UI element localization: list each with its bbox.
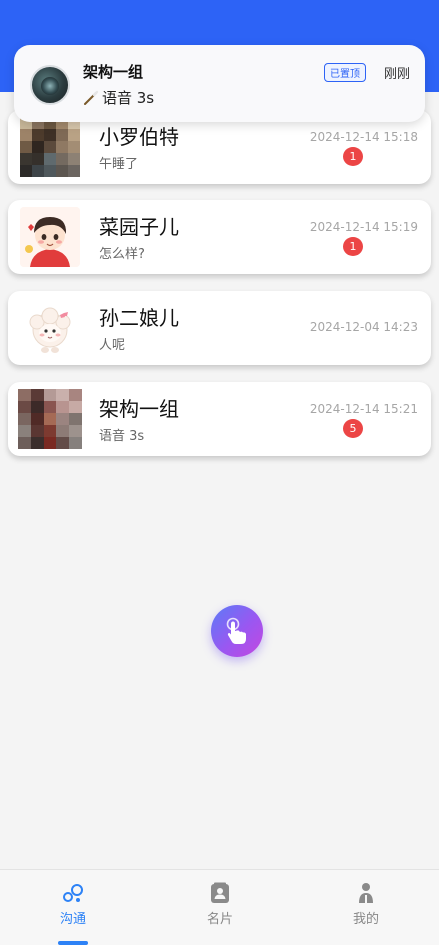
active-tab-indicator xyxy=(58,941,88,945)
conversation-last-message: 午睡了 xyxy=(99,157,139,172)
conversation-time: 2024-12-04 14:23 xyxy=(309,320,418,334)
cartoon-sheep-icon xyxy=(20,298,80,358)
bottom-tab-bar: 沟通 名片 我的 xyxy=(0,869,439,945)
conversation-last-message: 人呢 xyxy=(99,338,126,353)
conversation-last-message: 怎么样? xyxy=(99,247,145,262)
unread-badge: 5 xyxy=(343,419,363,438)
conversation-time: 2024-12-14 15:19 xyxy=(309,220,418,234)
bubbles-icon xyxy=(63,884,83,902)
notification-message-row: 语音 3s xyxy=(83,87,154,108)
notification-banner[interactable]: 架构一组 语音 3s 已置顶 刚刚 xyxy=(14,45,425,122)
conversation-last-message: 语音 3s xyxy=(99,429,145,444)
tap-hand-icon xyxy=(226,617,246,644)
conversation-time: 2024-12-14 15:21 xyxy=(309,402,418,416)
avatar xyxy=(20,117,80,177)
conversation-name: 孙二娘儿 xyxy=(99,306,179,330)
notification-message: 语音 3s xyxy=(102,89,155,107)
tab-communication[interactable]: 沟通 xyxy=(33,882,113,927)
person-icon xyxy=(359,883,373,903)
conversation-item[interactable]: 架构一组 语音 3s 2024-12-14 15:21 5 xyxy=(8,382,431,456)
pinned-badge: 已置顶 xyxy=(324,63,366,82)
avatar xyxy=(18,389,82,449)
notification-title: 架构一组 xyxy=(83,63,144,81)
tab-mine[interactable]: 我的 xyxy=(326,882,406,927)
notification-time: 刚刚 xyxy=(383,67,410,82)
contact-card-icon xyxy=(211,882,229,903)
camera-lens-icon xyxy=(41,77,59,95)
conversation-name: 架构一组 xyxy=(99,397,179,421)
tab-label: 名片 xyxy=(206,912,233,927)
group-avatar xyxy=(30,65,70,105)
tab-business-card[interactable]: 名片 xyxy=(180,882,260,927)
conversation-item[interactable]: 孙二娘儿 人呢 2024-12-04 14:23 xyxy=(8,291,431,365)
conversation-name: 小罗伯特 xyxy=(99,125,179,149)
floating-action-button[interactable] xyxy=(211,605,263,657)
tab-label: 沟通 xyxy=(59,912,86,927)
cartoon-boy-icon xyxy=(20,207,80,267)
conversation-name: 菜园子儿 xyxy=(99,215,179,239)
conversation-item[interactable]: 菜园子儿 怎么样? 2024-12-14 15:19 1 xyxy=(8,200,431,274)
wand-icon xyxy=(84,90,99,105)
conversation-time: 2024-12-14 15:18 xyxy=(309,130,418,144)
unread-badge: 1 xyxy=(343,147,363,166)
avatar xyxy=(20,207,80,267)
unread-badge: 1 xyxy=(343,237,363,256)
tab-label: 我的 xyxy=(352,912,379,927)
avatar xyxy=(20,298,80,358)
